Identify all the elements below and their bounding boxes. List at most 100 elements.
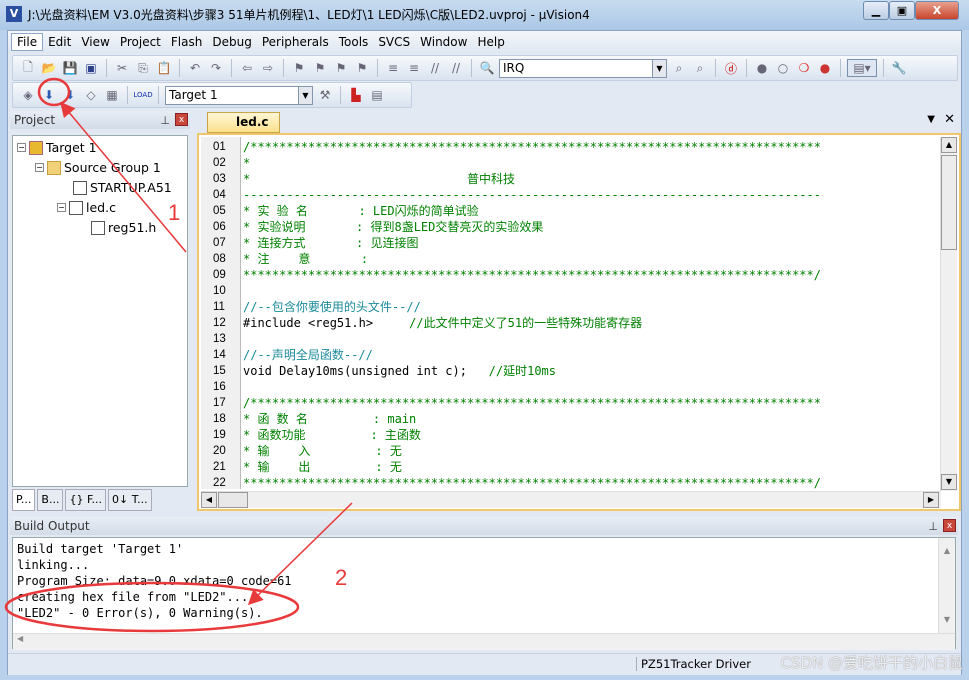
collapse-icon[interactable]: −	[17, 143, 26, 152]
stop-build-icon[interactable]: ▦	[103, 86, 121, 104]
close-panel-icon[interactable]: x	[943, 519, 956, 532]
code-text: /***************************************…	[243, 140, 821, 154]
menu-view[interactable]: View	[76, 34, 114, 50]
minimize-button[interactable]: ▁	[863, 1, 889, 20]
code-text: * 注 意 :	[243, 252, 369, 266]
code-line: 09 **************************************…	[199, 267, 939, 283]
menu-help[interactable]: Help	[472, 34, 509, 50]
line-number: 21	[213, 461, 226, 473]
find-icon[interactable]: ⌕	[670, 59, 688, 77]
bookmark-icon[interactable]: ⚑	[290, 59, 308, 77]
line-number: 07	[213, 237, 226, 249]
breakpoint-kill-all-icon[interactable]: ●	[816, 59, 834, 77]
menu-tools[interactable]: Tools	[334, 34, 374, 50]
copy-icon[interactable]: ⎘	[134, 59, 152, 77]
load-download-icon[interactable]: LOAD	[133, 86, 152, 104]
menu-edit[interactable]: Edit	[43, 34, 76, 50]
manage-components-icon[interactable]: ▙	[347, 86, 365, 104]
breakpoint-disable-icon[interactable]: ○	[774, 59, 792, 77]
nav-back-icon[interactable]: ⇦	[238, 59, 256, 77]
pin-icon[interactable]: ⊥	[160, 112, 170, 130]
tab-led-c[interactable]: led.c	[207, 112, 280, 133]
save-icon[interactable]: 💾	[61, 59, 79, 77]
code-area[interactable]: 01 /*************************************…	[199, 137, 939, 491]
cut-icon[interactable]: ✂	[113, 59, 131, 77]
configure-wrench-icon[interactable]: 🔧	[890, 59, 908, 77]
rebuild-icon[interactable]: ⬇	[61, 86, 79, 104]
breakpoint-disable-all-icon[interactable]: ❍	[795, 59, 813, 77]
tree-node-reg51-h[interactable]: reg51.h	[91, 220, 156, 235]
translate-icon[interactable]: ◈	[19, 86, 37, 104]
output-horizontal-scrollbar[interactable]: ◀	[13, 633, 955, 650]
menu-flash[interactable]: Flash	[166, 34, 207, 50]
uncomment-icon[interactable]: //	[447, 59, 465, 77]
close-button[interactable]: X	[915, 1, 959, 20]
editor-horizontal-scrollbar[interactable]: ◀ ▶	[201, 491, 941, 508]
line-number: 17	[213, 397, 226, 409]
code-text: * 实验说明 : 得到8盏LED交替亮灭的实验效果	[243, 220, 544, 234]
open-folder-icon[interactable]: 📂	[40, 59, 58, 77]
editor-vertical-scrollbar[interactable]: ▲ ▼	[940, 137, 957, 491]
save-all-icon[interactable]: ▣	[82, 59, 100, 77]
new-file-icon[interactable]: 🗋	[19, 59, 37, 77]
comment-icon[interactable]: //	[426, 59, 444, 77]
unindent-icon[interactable]: ≡	[405, 59, 423, 77]
chevron-down-icon[interactable]: ▼	[652, 59, 666, 77]
pin-icon[interactable]: ⊥	[928, 518, 938, 536]
code-editor[interactable]: 01 /*************************************…	[197, 133, 961, 511]
debug-session-icon[interactable]: ⓓ	[722, 59, 740, 77]
collapse-icon[interactable]: −	[57, 203, 66, 212]
menu-file[interactable]: File	[11, 33, 44, 51]
indent-icon[interactable]: ≡	[384, 59, 402, 77]
breakpoint-icon[interactable]: ●	[753, 59, 771, 77]
undo-icon[interactable]: ↶	[186, 59, 204, 77]
code-line: 16	[199, 379, 939, 395]
maximize-button[interactable]: ▣	[889, 1, 915, 20]
tab-templates[interactable]: 0↓ T...	[108, 489, 152, 511]
window-layout-icon[interactable]: ▤▾	[847, 59, 877, 77]
chevron-down-icon[interactable]: ▼	[298, 86, 312, 104]
manage-books-icon[interactable]: ▤	[368, 86, 386, 104]
tab-list-dropdown-icon[interactable]: ▼	[927, 114, 935, 125]
tree-node-target[interactable]: − Target 1	[17, 140, 97, 155]
code-comment: //延时10ms	[466, 364, 556, 378]
code-line: 01 /*************************************…	[199, 139, 939, 155]
close-tab-icon[interactable]: ✕	[944, 112, 955, 127]
tab-books[interactable]: B...	[37, 489, 64, 511]
paste-icon[interactable]: 📋	[155, 59, 173, 77]
code-line: 21 * 输 出 : 无	[199, 459, 939, 475]
line-number: 19	[213, 429, 226, 441]
target-combo[interactable]: Target 1 ▼	[165, 85, 313, 105]
code-text: void Delay10ms(unsigned int c); //延时10ms	[243, 364, 556, 378]
build-output-text[interactable]: Build target 'Target 1' linking... Program…	[12, 537, 956, 650]
tab-project[interactable]: P...	[12, 489, 36, 511]
project-panel-header: Project ⊥ x	[10, 111, 190, 129]
menu-svcs[interactable]: SVCS	[373, 34, 415, 50]
find-in-files-icon[interactable]: 🔍	[478, 59, 496, 77]
code-comment: //此文件中定义了51的一些特殊功能寄存器	[373, 316, 643, 330]
tree-node-led-c[interactable]: − led.c	[57, 200, 116, 215]
bookmark-clear-icon[interactable]: ⚑	[353, 59, 371, 77]
bookmark-prev-icon[interactable]: ⚑	[311, 59, 329, 77]
target-options-icon[interactable]: ⚒	[316, 86, 334, 104]
code-text: * 实 验 名 : LED闪烁的简单试验	[243, 204, 479, 218]
menu-debug[interactable]: Debug	[207, 34, 256, 50]
menu-peripherals[interactable]: Peripherals	[257, 34, 334, 50]
code-text: //--包含你要使用的头文件--//	[243, 300, 421, 314]
build-icon[interactable]: ⬇	[40, 86, 58, 104]
bookmark-next-icon[interactable]: ⚑	[332, 59, 350, 77]
code-line: 05 * 实 验 名 : LED闪烁的简单试验	[199, 203, 939, 219]
tree-node-startup[interactable]: STARTUP.A51	[73, 180, 172, 195]
output-vertical-scrollbar[interactable]: ▲ ▼	[938, 538, 955, 633]
find-combo[interactable]: IRQ ▼	[499, 58, 667, 78]
collapse-icon[interactable]: −	[35, 163, 44, 172]
incremental-find-icon[interactable]: ⌕	[691, 59, 709, 77]
redo-icon[interactable]: ↷	[207, 59, 225, 77]
menu-window[interactable]: Window	[415, 34, 472, 50]
nav-forward-icon[interactable]: ⇨	[259, 59, 277, 77]
close-panel-icon[interactable]: x	[175, 113, 188, 126]
tab-functions[interactable]: {} F...	[65, 489, 107, 511]
tree-node-source-group[interactable]: − Source Group 1	[35, 160, 161, 175]
menu-project[interactable]: Project	[115, 34, 166, 50]
batch-build-icon[interactable]: ◇	[82, 86, 100, 104]
